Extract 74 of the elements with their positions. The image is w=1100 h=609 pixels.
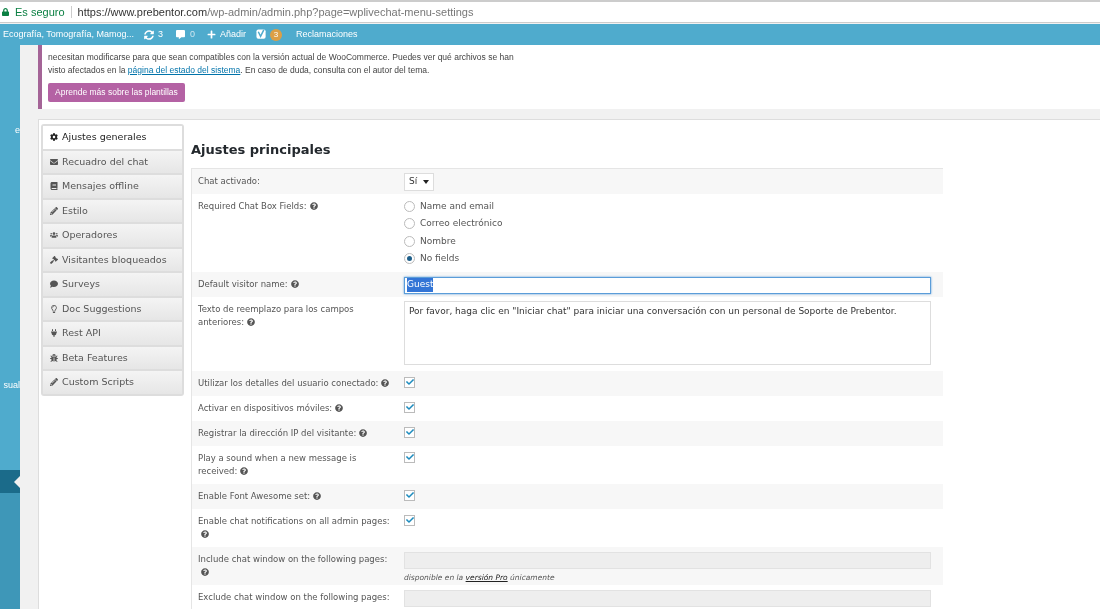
setting-label: Include chat window on the following pages: (198, 552, 398, 579)
settings-tab[interactable]: Ajustes generales (43, 126, 182, 149)
caret-icon (423, 179, 430, 184)
address-bar[interactable]: Es seguro https://www.prebentor.com/wp-admin/admin.php?page=wplivechat-menu-settings (0, 0, 1100, 23)
lightbulb-icon (50, 304, 58, 313)
help-icon[interactable] (309, 201, 318, 210)
setting-label: Chat activado: (198, 174, 261, 188)
security-label: Es seguro (15, 4, 65, 20)
checkbox[interactable] (404, 401, 415, 413)
url-text: https://www.prebentor.com/wp-admin/admin.php?page=wplivechat-menu-settings (77, 4, 474, 20)
lock-icon (2, 8, 9, 16)
settings-tab[interactable]: Estilo (43, 199, 182, 223)
pencil-icon (50, 378, 58, 387)
radio-label: Name and email (420, 199, 495, 213)
settings-tab[interactable]: Beta Features (43, 346, 182, 370)
help-icon[interactable] (290, 279, 299, 288)
radio-label: Correo electrónico (420, 217, 503, 231)
seo-logo-icon[interactable] (255, 29, 267, 40)
checkbox[interactable] (404, 489, 415, 501)
settings-tab[interactable]: Visitantes bloqueados (43, 248, 182, 272)
setting-label: Texto de reemplazo para los campos anteriores: (198, 302, 355, 329)
text-field[interactable]: Guest (404, 276, 931, 294)
plus-icon[interactable] (206, 30, 216, 39)
radio-label: No fields (420, 252, 460, 266)
radio-label: Nombre (420, 234, 456, 248)
setting-label: Enable Font Awesome set: (198, 489, 398, 503)
help-icon[interactable] (201, 567, 209, 576)
checkbox[interactable] (404, 514, 415, 526)
updates-icon[interactable] (143, 29, 154, 40)
setting-label: Registrar la dirección IP del visitante: (198, 426, 398, 440)
setting-label: Enable chat notifications on all admin pages: (198, 514, 398, 541)
help-icon[interactable] (313, 491, 322, 500)
settings-tab[interactable]: Recuadro del chat (43, 150, 182, 174)
radio-button[interactable] (404, 253, 415, 265)
templates-button[interactable]: Aprende más sobre las plantillas (48, 83, 185, 102)
help-icon[interactable] (247, 317, 256, 326)
plug-icon (50, 329, 58, 338)
checkbox[interactable] (404, 451, 415, 463)
select-field[interactable]: Sí (404, 172, 435, 191)
radio-button[interactable] (404, 235, 415, 247)
radio-button[interactable] (404, 200, 415, 212)
text-area[interactable]: Por favor, haga clic en "Iniciar chat" para iniciar una conversación con un personal de Soporte de Prebentor. (404, 300, 931, 365)
checkbox[interactable] (404, 376, 415, 388)
help-icon[interactable] (359, 428, 368, 437)
settings-tab[interactable]: Operadores (43, 224, 182, 247)
settings-tab[interactable]: Custom Scripts (43, 371, 182, 394)
help-icon[interactable] (240, 466, 249, 475)
pencil-icon (50, 206, 58, 215)
settings-tab[interactable]: Doc Suggestions (43, 297, 182, 321)
setting-label: Exclude chat window on the following pages: (198, 590, 391, 604)
help-icon[interactable] (335, 403, 344, 412)
notice-text: necesitan modificarse para que sean compatibles con la versión actual de WooCommerce. Puedes ver qué archivos se han visto afectados en la página del estado del sistema. En caso de duda, consulta con el autor del tema. (48, 51, 515, 77)
checkbox[interactable] (404, 426, 415, 438)
setting-label: Activar en dispositivos móviles: (198, 401, 398, 415)
gear-icon (50, 133, 58, 142)
bug-icon (50, 353, 58, 362)
setting-label: Required Chat Box Fields: (198, 199, 398, 213)
envelope-icon (50, 157, 58, 166)
setting-label: Default visitor name: (198, 277, 398, 291)
setting-label: Utilizar los detalles del usuario conectado: (198, 376, 398, 390)
active-menu-item[interactable] (0, 470, 20, 493)
book-icon (50, 182, 58, 191)
settings-tab[interactable]: Mensajes offline (43, 175, 182, 198)
settings-tab[interactable]: Surveys (43, 273, 182, 296)
setting-label: Play a sound when a new message is received: (198, 451, 358, 478)
radio-button[interactable] (404, 218, 415, 230)
gavel-icon (50, 255, 58, 264)
settings-tab[interactable]: Rest API (43, 322, 182, 345)
section-heading: Ajustes principales (191, 141, 332, 160)
comments-icon[interactable] (175, 30, 185, 39)
users-icon (50, 231, 58, 240)
help-icon[interactable] (201, 529, 209, 538)
speech-bubble-icon (50, 280, 58, 289)
help-icon[interactable] (381, 378, 390, 387)
